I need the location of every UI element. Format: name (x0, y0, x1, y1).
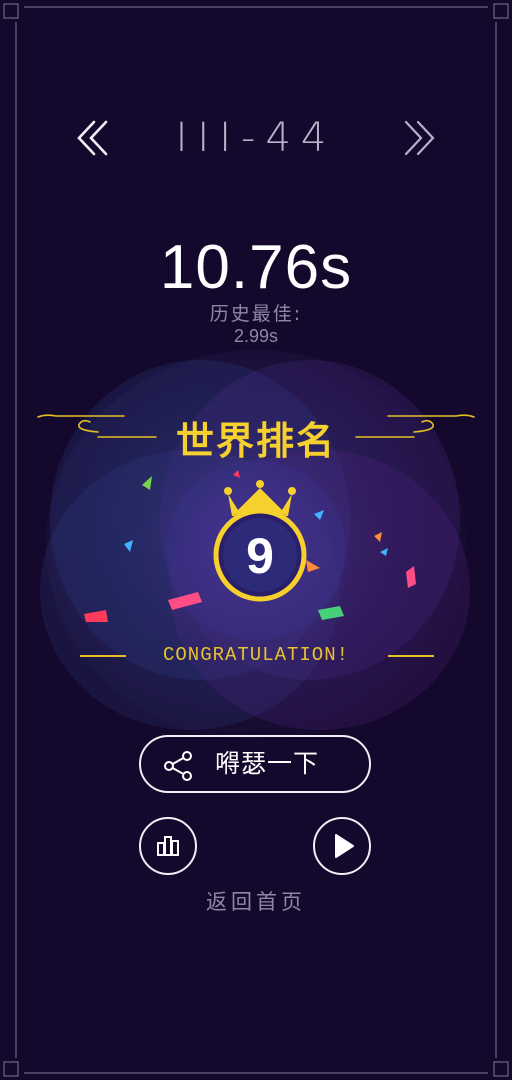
world-rank-title: 世界排名 (175, 419, 336, 463)
divider-left (80, 655, 126, 657)
result-time: 10.76s (159, 233, 353, 302)
leaderboard-button[interactable] (139, 817, 197, 875)
share-label: 嘚瑟一下 (215, 749, 320, 778)
share-button[interactable]: 嘚瑟一下 (139, 735, 371, 793)
divider-right (388, 655, 434, 657)
back-to-home-link[interactable]: 返回首页 (0, 886, 512, 916)
bar-chart-icon (157, 836, 179, 856)
double-chevron-left-icon (77, 120, 108, 156)
share-icon (164, 751, 192, 781)
play-button[interactable] (313, 817, 371, 875)
play-icon (335, 834, 354, 858)
next-level-button[interactable] (396, 116, 440, 160)
double-chevron-right-icon (404, 120, 435, 156)
level-title: III-44 (175, 115, 337, 161)
congratulation-text: CONGRATULATION! (162, 644, 350, 666)
congratulation-banner: CONGRATULATION! (0, 640, 512, 670)
level-navigation: III-44 (0, 108, 512, 168)
previous-level-button[interactable] (72, 116, 116, 160)
rank-number: 9 (246, 528, 274, 584)
rank-badge: 9 (213, 480, 307, 602)
